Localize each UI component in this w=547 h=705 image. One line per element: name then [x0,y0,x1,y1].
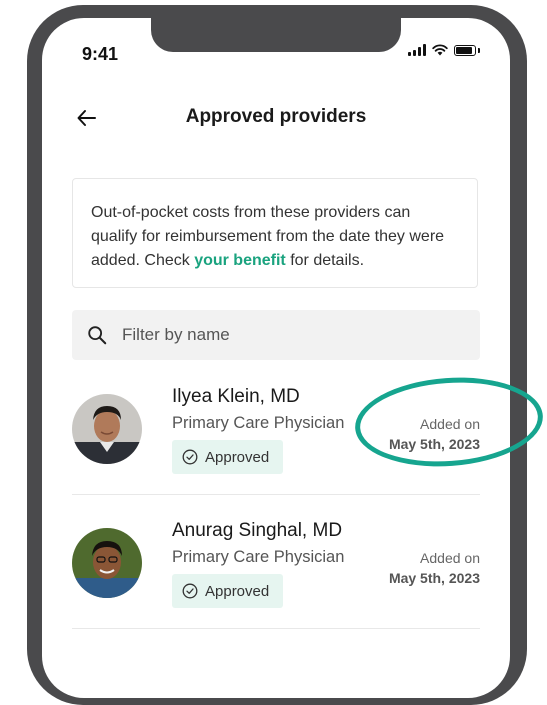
row-divider [72,628,480,629]
reimbursement-info-card: Out-of-pocket costs from these providers… [72,178,478,288]
page-header: Approved providers [42,98,510,138]
search-bar[interactable] [72,310,480,360]
provider-role: Primary Care Physician [172,548,345,566]
battery-icon [454,44,476,56]
provider-name: Anurag Singhal, MD [172,520,343,541]
provider-avatar [72,394,142,464]
approved-badge: Approved [172,440,284,474]
page-title: Approved providers [185,106,367,127]
check-circle-icon [182,583,198,599]
provider-role: Primary Care Physician [172,414,345,432]
provider-avatar [72,528,142,598]
approved-badge: Approved [172,574,284,608]
badge-label: Approved [205,582,270,600]
status-time: 9:41 [82,44,119,64]
wifi-icon [432,44,448,56]
added-label: Added on [420,550,480,566]
check-circle-icon [182,449,198,465]
added-on-info: Added on May 5th, 2023 [389,548,480,588]
provider-row[interactable]: Anurag Singhal, MD Primary Care Physicia… [72,520,480,650]
row-divider [72,494,480,495]
info-text-after: for details. [285,252,365,269]
status-icons [408,44,480,56]
device-notch [151,18,401,52]
badge-label: Approved [205,448,270,466]
search-icon [88,326,107,345]
added-date: May 5th, 2023 [388,570,480,586]
filter-by-name-input[interactable] [120,324,444,346]
phone-screen: 9:41 Approved providers Out-of-pocket co… [42,18,510,698]
provider-name: Ilyea Klein, MD [172,386,300,407]
battery-tip [478,47,480,53]
your-benefit-link[interactable]: your benefit [194,252,286,269]
signal-icon [408,44,426,56]
